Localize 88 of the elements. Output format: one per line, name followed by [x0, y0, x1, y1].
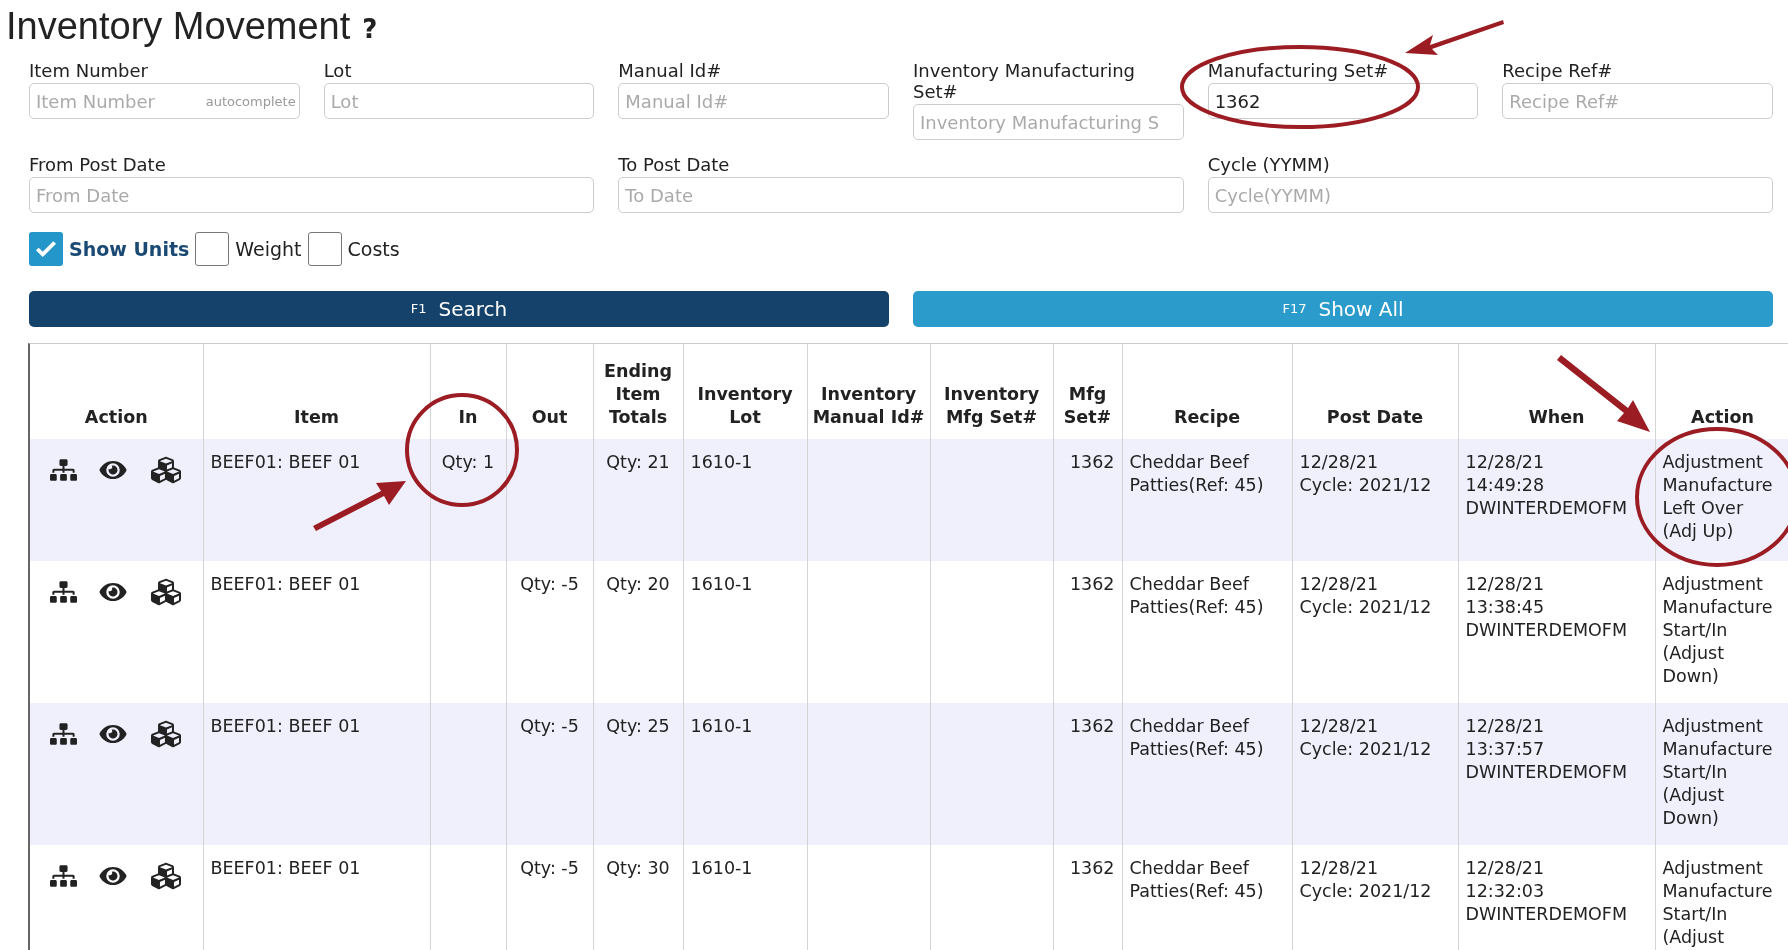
input-field[interactable]: To Date	[618, 177, 1184, 213]
input-field[interactable]: Lot	[323, 83, 595, 119]
column-header[interactable]: Item	[207, 406, 426, 429]
lot-cell: 1610-1	[690, 574, 753, 594]
lot-cell: 1610-1	[690, 858, 753, 878]
checkbox[interactable]	[29, 232, 63, 266]
ending-total-cell: Qty: 30	[606, 858, 670, 878]
qty-out-cell: Qty: -5	[520, 858, 579, 878]
ending-total-cell: Qty: 21	[606, 452, 670, 472]
view-icon[interactable]	[98, 458, 127, 482]
column-header[interactable]: Action	[34, 406, 199, 429]
search-button[interactable]: F1 Search	[29, 291, 889, 327]
field-label: Cycle (YYMM)	[1207, 154, 1331, 175]
hierarchy-icon[interactable]	[49, 864, 77, 888]
mfg-set-cell: 1362	[1069, 858, 1115, 878]
checkbox[interactable]	[195, 232, 230, 266]
column-header[interactable]: When	[1462, 406, 1651, 429]
action-cell: Adjustment Manufacture Start/In (Adjust Down)	[1662, 716, 1773, 828]
column-header[interactable]: Post Date	[1296, 406, 1454, 429]
cubes-icon[interactable]	[148, 455, 183, 485]
field-label: Manual Id#	[618, 60, 723, 81]
input-field[interactable]: Cycle(YYMM)	[1207, 177, 1773, 213]
cubes-icon[interactable]	[148, 719, 183, 749]
when-cell: 12/28/21 14:49:28 DWINTERDEMOFM	[1465, 452, 1627, 518]
when-cell: 12/28/21 13:38:45 DWINTERDEMOFM	[1465, 574, 1627, 640]
field-label: From Post Date	[29, 154, 167, 175]
recipe-cell: Cheddar Beef Patties(Ref: 45)	[1129, 574, 1264, 617]
column-header[interactable]: In	[434, 406, 502, 429]
qty-out-cell: Qty: -5	[520, 574, 579, 594]
action-cell: Adjustment Manufacture Start/In (Adjust	[1662, 858, 1773, 947]
page-title: Inventory Movement	[6, 3, 351, 49]
mfg-set-cell: 1362	[1069, 574, 1115, 594]
input-field[interactable]: From Date	[29, 177, 595, 213]
ending-total-cell: Qty: 25	[606, 716, 670, 736]
post-date-cell: 12/28/21 Cycle: 2021/12	[1299, 452, 1432, 495]
field-label: Inventory Manufacturing Set#	[913, 60, 1137, 102]
checkbox[interactable]	[307, 232, 342, 266]
item-cell: BEEF01: BEEF 01	[210, 452, 361, 472]
post-date-cell: 12/28/21 Cycle: 2021/12	[1299, 574, 1432, 617]
view-icon[interactable]	[98, 864, 127, 888]
checkbox-label: Costs	[347, 236, 400, 262]
hierarchy-icon[interactable]	[49, 580, 77, 604]
input-field[interactable]: Manual Id#	[618, 83, 889, 119]
cubes-icon[interactable]	[148, 577, 183, 607]
item-cell: BEEF01: BEEF 01	[210, 716, 361, 736]
mfg-set-cell: 1362	[1069, 452, 1115, 472]
post-date-cell: 12/28/21 Cycle: 2021/12	[1299, 716, 1432, 759]
recipe-cell: Cheddar Beef Patties(Ref: 45)	[1129, 452, 1264, 495]
hierarchy-icon[interactable]	[49, 722, 77, 746]
recipe-cell: Cheddar Beef Patties(Ref: 45)	[1129, 716, 1264, 759]
lot-cell: 1610-1	[690, 716, 753, 736]
input-field[interactable]: Recipe Ref#	[1502, 83, 1773, 119]
column-header[interactable]: Inventory Mfg Set#	[934, 383, 1049, 429]
help-icon[interactable]: ?	[362, 9, 378, 49]
column-header[interactable]: Ending Item Totals	[597, 360, 679, 429]
checkbox-label: Weight	[235, 236, 302, 262]
item-cell: BEEF01: BEEF 01	[210, 858, 361, 878]
column-header[interactable]: Inventory Manual Id#	[811, 383, 926, 429]
recipe-cell: Cheddar Beef Patties(Ref: 45)	[1129, 858, 1264, 901]
qty-out-cell: Qty: -5	[520, 716, 579, 736]
checkbox-label: Show Units	[69, 236, 190, 262]
field-label: Item Number	[29, 60, 149, 81]
post-date-cell: 12/28/21 Cycle: 2021/12	[1299, 858, 1432, 901]
column-header[interactable]: Mfg Set#	[1057, 383, 1118, 429]
column-header[interactable]: Recipe	[1126, 406, 1288, 429]
input-field[interactable]: Inventory Manufacturing S	[913, 104, 1184, 140]
item-cell: BEEF01: BEEF 01	[210, 574, 361, 594]
view-icon[interactable]	[98, 580, 127, 604]
hierarchy-icon[interactable]	[49, 458, 77, 482]
column-header[interactable]: Inventory Lot	[687, 383, 803, 429]
autocomplete-hint: autocomplete	[205, 93, 296, 111]
ending-total-cell: Qty: 20	[606, 574, 670, 594]
field-label: Manufacturing Set#	[1207, 60, 1390, 81]
column-header[interactable]: Out	[510, 406, 589, 429]
when-cell: 12/28/21 13:37:57 DWINTERDEMOFM	[1465, 716, 1627, 782]
column-header[interactable]: Action	[1659, 406, 1786, 429]
action-cell: Adjustment Manufacture Start/In (Adjust Down)	[1662, 574, 1773, 686]
input-field[interactable]: 1362	[1207, 83, 1479, 119]
field-label: To Post Date	[618, 154, 731, 175]
lot-cell: 1610-1	[690, 452, 753, 472]
when-cell: 12/28/21 12:32:03 DWINTERDEMOFM	[1465, 858, 1627, 924]
field-label: Recipe Ref#	[1502, 60, 1614, 81]
mfg-set-cell: 1362	[1069, 716, 1115, 736]
cubes-icon[interactable]	[148, 861, 183, 891]
action-cell: Adjustment Manufacture Left Over (Adj Up)	[1662, 452, 1773, 541]
qty-in-cell: Qty: 1	[441, 452, 495, 472]
view-icon[interactable]	[98, 722, 127, 746]
field-label: Lot	[323, 60, 353, 81]
